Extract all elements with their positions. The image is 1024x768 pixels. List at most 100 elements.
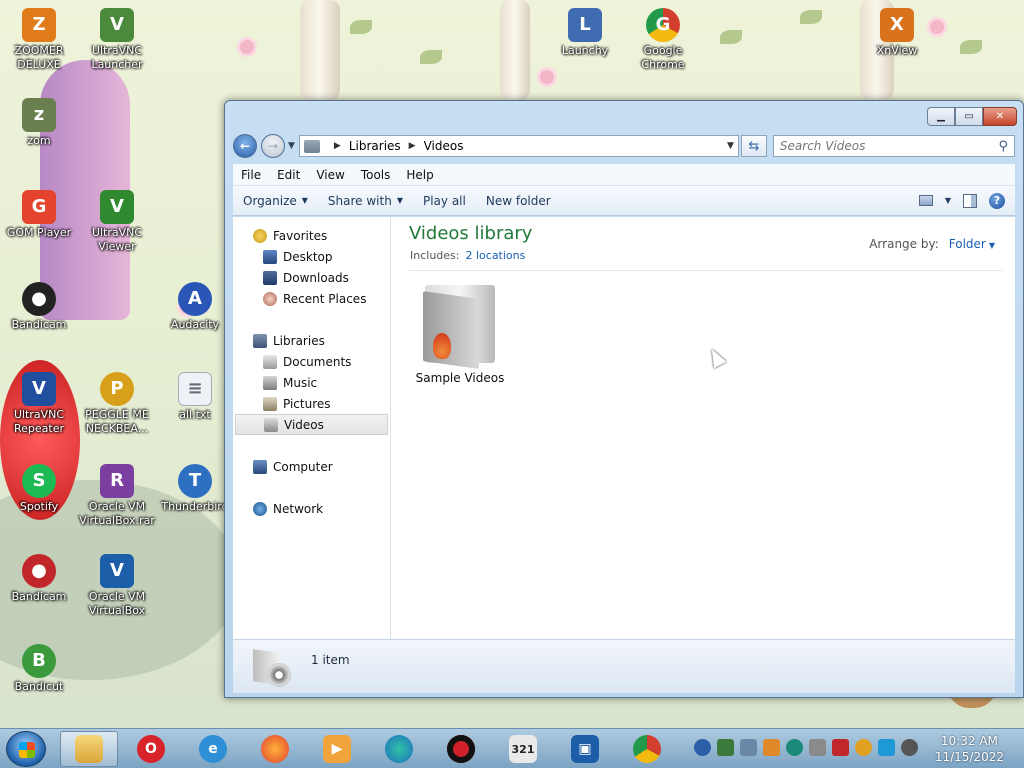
desktop-icon-zom[interactable]: z zom	[0, 98, 78, 148]
desktop-icon-ultravnc-launcher[interactable]: V UltraVNC Launcher	[78, 8, 156, 72]
nav-downloads[interactable]: Downloads	[233, 267, 390, 288]
menu-view[interactable]: View	[308, 168, 352, 182]
nav-pictures[interactable]: Pictures	[233, 393, 390, 414]
taskbar-virtualbox[interactable]: ▣	[556, 731, 614, 767]
address-bar[interactable]: ▶ Libraries ▶ Videos ▼	[298, 135, 739, 157]
share-with-button[interactable]: Share with ▼	[318, 194, 413, 208]
desktop-icon-bandicam[interactable]: ● Bandicam	[0, 282, 78, 332]
nav-libraries[interactable]: Libraries	[233, 330, 390, 351]
navigation-bar: ← → ▼ ▶ Libraries ▶ Videos ▼ ⇆ ⚲	[233, 133, 1015, 159]
change-view-icon[interactable]	[918, 195, 933, 206]
arrange-by-dropdown[interactable]: Folder	[949, 237, 986, 251]
tray-icon-6[interactable]	[809, 739, 826, 756]
ultravnc-viewer-icon: V	[100, 190, 134, 224]
tray-icon-10[interactable]	[901, 739, 918, 756]
minimize-button[interactable]: ▁	[927, 107, 955, 126]
libraries-icon	[253, 333, 267, 348]
virtualbox-icon: V	[100, 554, 134, 588]
desktop-icon-bandicam-2[interactable]: ● Bandicam	[0, 554, 78, 604]
desktop-icon-bandicut[interactable]: B Bandicut	[0, 644, 78, 694]
status-bar: 1 item	[233, 639, 1015, 693]
nav-recent-places[interactable]: Recent Places	[233, 288, 390, 309]
taskbar-opera[interactable]: O	[122, 731, 180, 767]
taskbar-edge[interactable]	[370, 731, 428, 767]
desktop-icon-gom-player[interactable]: G GOM Player	[0, 190, 78, 240]
desktop-icon	[263, 249, 277, 264]
breadcrumb-videos[interactable]: Videos	[424, 139, 464, 153]
nav-videos[interactable]: Videos	[235, 414, 388, 435]
refresh-button[interactable]: ⇆	[740, 135, 767, 157]
menu-edit[interactable]: Edit	[269, 168, 308, 182]
preview-pane-icon[interactable]	[963, 193, 977, 208]
command-bar: Organize ▼ Share with ▼ Play all New folde…	[233, 186, 1015, 216]
tray-icon-2[interactable]	[717, 739, 734, 756]
back-button[interactable]: ←	[233, 134, 257, 158]
desktop-icon-launchy[interactable]: L Launchy	[546, 8, 624, 58]
folder-label: Sample Videos	[415, 371, 505, 385]
tray-icon-3[interactable]	[740, 739, 757, 756]
nav-favorites[interactable]: Favorites	[233, 225, 390, 246]
chevron-down-icon: ▼	[396, 196, 403, 205]
desktop-icon-google-chrome[interactable]: G Google Chrome	[624, 8, 702, 72]
clock[interactable]: 10:32 AM 11/15/2022	[935, 733, 1004, 765]
organize-button[interactable]: Organize ▼	[233, 194, 318, 208]
breadcrumb-separator-icon[interactable]: ▶	[334, 141, 341, 151]
maximize-button[interactable]: ▭	[955, 107, 983, 126]
computer-icon	[253, 459, 267, 474]
help-icon[interactable]: ?	[989, 192, 1005, 209]
start-button[interactable]	[6, 731, 46, 767]
desktop-icon-thunderbird[interactable]: T Thunderbird	[156, 464, 234, 514]
desktop-icon-virtualbox-rar[interactable]: R Oracle VM VirtualBox.rar	[78, 464, 156, 528]
desktop-icon-virtualbox[interactable]: V Oracle VM VirtualBox	[78, 554, 156, 618]
tray-icon-5[interactable]	[786, 739, 803, 756]
folder-item-sample-videos[interactable]: Sample Videos	[411, 281, 509, 385]
nav-desktop[interactable]: Desktop	[233, 246, 390, 267]
taskbar-bandicam[interactable]	[432, 731, 490, 767]
desktop-icon-ultravnc-viewer[interactable]: V UltraVNC Viewer	[78, 190, 156, 254]
breadcrumb-separator-icon[interactable]: ▶	[409, 141, 416, 151]
forward-button[interactable]: →	[261, 134, 285, 158]
desktop-icon-peggle[interactable]: P PEGGLE ME NECKBEA...	[78, 372, 156, 436]
recent-pages-dropdown[interactable]: ▼	[288, 141, 295, 151]
tray-icon-8[interactable]	[855, 739, 872, 756]
search-input[interactable]	[779, 139, 999, 153]
nav-computer[interactable]: Computer	[233, 456, 390, 477]
tray-icon-7[interactable]	[832, 739, 849, 756]
breadcrumb-libraries[interactable]: Libraries	[349, 139, 401, 153]
taskbar-firefox[interactable]	[246, 731, 304, 767]
menu-help[interactable]: Help	[398, 168, 441, 182]
nav-network[interactable]: Network	[233, 498, 390, 519]
taskbar-media-player[interactable]: ▶	[308, 731, 366, 767]
new-folder-button[interactable]: New folder	[476, 194, 561, 208]
taskbar-chrome[interactable]	[618, 731, 676, 767]
address-dropdown-icon[interactable]: ▼	[727, 141, 734, 151]
taskbar-explorer[interactable]	[60, 731, 118, 767]
desktop-icon-xnview[interactable]: X XnView	[858, 8, 936, 58]
nav-music[interactable]: Music	[233, 372, 390, 393]
bandicam-icon: ●	[22, 282, 56, 316]
desktop-icon-zoomer-deluxe[interactable]: Z ZOOMER DELUXE	[0, 8, 78, 72]
search-icon[interactable]: ⚲	[998, 139, 1008, 154]
play-all-button[interactable]: Play all	[413, 194, 476, 208]
menu-file[interactable]: File	[233, 168, 269, 182]
library-includes: Includes: 2 locations	[410, 249, 526, 262]
tray-icon-9[interactable]	[878, 739, 895, 756]
tray-icon-1[interactable]	[694, 739, 711, 756]
desktop-icon-ultravnc-repeater[interactable]: V UltraVNC Repeater	[0, 372, 78, 436]
text-file-icon: ≡	[178, 372, 212, 406]
taskbar: O e ▶ 321 ▣ 10:32 AM 11/15/2022	[0, 728, 1024, 768]
menu-tools[interactable]: Tools	[353, 168, 399, 182]
chevron-down-icon: ▼	[301, 196, 308, 205]
taskbar-mpc[interactable]: 321	[494, 731, 552, 767]
tray-icon-4[interactable]	[763, 739, 780, 756]
desktop-icon-audacity[interactable]: A Audacity	[156, 282, 234, 332]
taskbar-ie[interactable]: e	[184, 731, 242, 767]
nav-documents[interactable]: Documents	[233, 351, 390, 372]
view-dropdown-icon[interactable]: ▼	[945, 196, 951, 205]
locations-link[interactable]: 2 locations	[465, 249, 525, 262]
search-box[interactable]: ⚲	[772, 135, 1015, 157]
chevron-down-icon[interactable]: ▼	[989, 241, 995, 250]
close-button[interactable]: ✕	[983, 107, 1017, 126]
desktop-icon-spotify[interactable]: S Spotify	[0, 464, 78, 514]
desktop-icon-all-txt[interactable]: ≡ all.txt	[156, 372, 234, 422]
